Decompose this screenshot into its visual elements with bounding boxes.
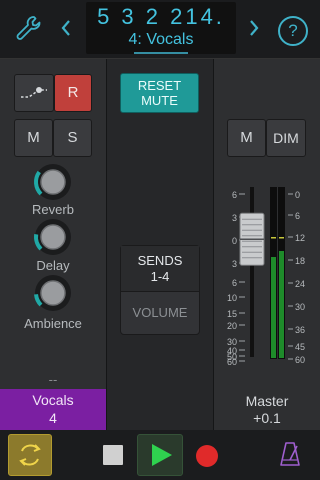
meter-scale-label: 36 xyxy=(295,325,305,335)
chevron-left-icon[interactable] xyxy=(58,18,74,38)
reset-mute-button[interactable]: RESET MUTE xyxy=(120,73,199,113)
fader-scale-label: 20 xyxy=(227,321,237,331)
record-icon[interactable] xyxy=(196,445,218,467)
delay-label: Delay xyxy=(36,258,70,273)
metronome-icon[interactable] xyxy=(278,440,302,468)
master-label: Master xyxy=(245,393,289,409)
track-name: Vocals xyxy=(32,392,74,408)
sends-line2: 1-4 xyxy=(150,269,170,284)
current-track-name: 4: Vocals xyxy=(128,31,194,48)
lcd-underline xyxy=(134,52,188,54)
sends-line1: SENDS xyxy=(137,253,183,268)
fader-scale-label: 6 xyxy=(232,190,237,200)
fader-scale-label: 15 xyxy=(227,309,237,319)
automation-button[interactable] xyxy=(14,74,54,112)
meter-scale-label: 6 xyxy=(295,211,300,221)
track-name-badge[interactable]: Vocals 4 xyxy=(0,389,106,430)
meter-scale-label: 60 xyxy=(295,355,305,365)
meter-right-peak xyxy=(279,237,284,239)
knob-cap xyxy=(40,224,66,250)
play-icon xyxy=(152,444,172,466)
playhead-position: 5 3 2 214. xyxy=(97,4,225,29)
master-value: +0.1 xyxy=(253,410,281,426)
meter-right-fill xyxy=(279,251,284,358)
fader-scale-label: 60 xyxy=(227,357,237,367)
fader-scale-label: 0 xyxy=(232,236,237,246)
channel-strip: R M S Reverb Delay Ambience -- Vocals 4 xyxy=(0,59,106,430)
meter-scale-label: 0 xyxy=(295,190,300,200)
automation-icon xyxy=(21,87,47,98)
ambience-knob[interactable] xyxy=(33,273,73,313)
meter-scale-label: 12 xyxy=(295,233,305,243)
knob-cap xyxy=(40,169,66,195)
fader-track xyxy=(250,187,254,357)
master-mute-button[interactable]: M xyxy=(227,119,266,157)
fader-scale-label: 3 xyxy=(232,213,237,223)
master-fader[interactable]: 6303610152030405060 0612182430364560 xyxy=(214,179,320,369)
delay-knob[interactable] xyxy=(33,217,73,257)
fader-scale-label: 10 xyxy=(227,293,237,303)
help-icon[interactable]: ? xyxy=(278,16,308,46)
knob-cap xyxy=(40,280,66,306)
empty-insert-slot[interactable]: -- xyxy=(0,372,106,387)
meter-left-fill xyxy=(271,257,276,358)
meter-scale-label: 45 xyxy=(295,342,305,352)
meter-left-peak xyxy=(271,237,276,239)
fader-cap[interactable] xyxy=(239,212,265,266)
meter-scale-label: 24 xyxy=(295,279,305,289)
dim-button[interactable]: DIM xyxy=(266,119,306,157)
mute-button[interactable]: M xyxy=(14,119,53,157)
sends-button[interactable]: SENDS 1-4 xyxy=(121,246,199,292)
master-strip: M DIM 6 3 0 3 6 10 15 20 30 40 50 60 0 6 12 18 24 30 36 45… xyxy=(214,59,320,430)
wrench-icon[interactable] xyxy=(14,14,42,42)
reverb-knob[interactable] xyxy=(33,162,73,202)
view-selector: SENDS 1-4 VOLUME xyxy=(120,245,200,335)
mixer-controls: RESET MUTE SENDS 1-4 VOLUME xyxy=(107,59,213,430)
play-button[interactable] xyxy=(137,434,183,476)
chevron-right-icon[interactable] xyxy=(246,18,262,38)
lcd-display[interactable]: 5 3 2 214. 4: Vocals xyxy=(86,2,236,54)
cycle-icon xyxy=(19,444,41,466)
fader-scale-label: 3 xyxy=(232,259,237,269)
meter-scale-label: 30 xyxy=(295,302,305,312)
record-arm-button[interactable]: R xyxy=(54,74,92,112)
ambience-label: Ambience xyxy=(24,316,82,331)
fader-scale-label: 6 xyxy=(232,278,237,288)
solo-button[interactable]: S xyxy=(53,119,92,157)
stop-icon[interactable] xyxy=(103,445,123,465)
meter-scale-label: 18 xyxy=(295,256,305,266)
volume-button[interactable]: VOLUME xyxy=(121,292,199,334)
reset-mute-line1: RESET xyxy=(137,78,182,93)
cycle-button[interactable] xyxy=(8,434,52,476)
level-meter xyxy=(270,187,285,359)
reset-mute-line2: MUTE xyxy=(141,93,178,108)
meter-scale: 0 6 12 18 24 30 36 45 60 xyxy=(288,190,305,365)
reverb-label: Reverb xyxy=(32,202,74,217)
track-number: 4 xyxy=(49,410,57,426)
